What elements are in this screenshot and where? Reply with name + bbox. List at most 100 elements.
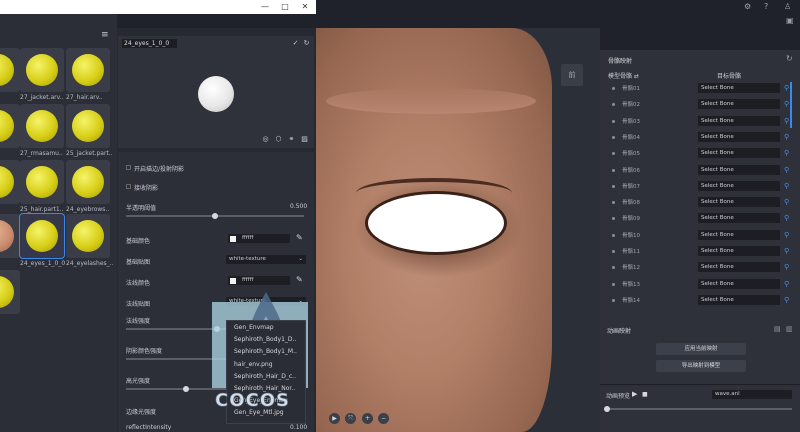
check-icon[interactable]: ✓ — [291, 39, 300, 48]
bone-select[interactable]: Select Bone — [698, 180, 780, 191]
material-name-field[interactable]: 24_eyes_1_0_0 — [122, 39, 177, 48]
link-icon[interactable]: ⚭ — [287, 135, 296, 144]
asset-thumbnail[interactable] — [0, 104, 20, 148]
bone-select[interactable]: Select Bone — [698, 278, 780, 289]
save-icon[interactable]: ▣ — [786, 16, 794, 25]
export-mapping-button[interactable]: 导出映射到模型 — [656, 360, 746, 372]
asset-thumbnail[interactable] — [0, 160, 20, 204]
view-gizmo[interactable]: 前 — [561, 64, 583, 86]
dropdown-option[interactable]: Sephiroth_Hair_D_c.. — [234, 373, 296, 380]
close-button[interactable]: ✕ — [298, 1, 312, 13]
user-icon[interactable]: ♙ — [784, 2, 791, 11]
shadow-strength-label: 阴影颜色强度 — [126, 348, 163, 355]
cube-shape-icon[interactable]: ⬡ — [274, 135, 283, 144]
pin-icon[interactable]: ⚲ — [784, 263, 789, 271]
asset-thumbnail[interactable] — [0, 48, 20, 92]
shadow-strength-slider[interactable] — [126, 358, 226, 360]
pin-icon[interactable]: ⚲ — [784, 149, 789, 157]
pin-icon[interactable]: ⚲ — [784, 117, 789, 125]
specular-strength-slider[interactable] — [126, 388, 226, 390]
zoom-in-icon[interactable]: + — [362, 413, 373, 424]
asset-thumbnail[interactable] — [0, 270, 20, 314]
pin-icon[interactable]: ⚲ — [784, 100, 789, 108]
maximize-button[interactable]: □ — [278, 1, 292, 13]
bone-select[interactable]: Select Bone — [698, 115, 780, 126]
dropdown-option[interactable]: Gen_Envmap — [234, 324, 274, 331]
scrollbar-thumb[interactable] — [790, 82, 792, 128]
bone-select[interactable]: Select Bone — [698, 131, 780, 142]
pin-icon[interactable]: ⚲ — [784, 198, 789, 206]
refresh-icon[interactable]: ↻ — [302, 39, 311, 48]
pin-icon[interactable]: ⚲ — [784, 231, 789, 239]
timeline-slider[interactable] — [606, 408, 792, 410]
base-color-field[interactable]: ffffff — [228, 234, 290, 243]
bone-select[interactable]: Select Bone — [698, 229, 780, 240]
refresh-icon[interactable]: ↻ — [786, 54, 793, 63]
alpha-threshold-value[interactable]: 0.500 — [290, 203, 307, 210]
bone-select[interactable]: Select Bone — [698, 294, 780, 305]
bone-row: 骨骼01 Select Bone ⚲ — [608, 83, 794, 94]
alpha-threshold-knob[interactable] — [212, 213, 218, 219]
receive-shadow-checkbox[interactable] — [126, 184, 131, 189]
play-icon[interactable]: ▶ — [632, 390, 637, 398]
bone-row: 骨骼12 Select Bone ⚲ — [608, 262, 794, 273]
image-icon[interactable]: ▨ — [300, 135, 309, 144]
eyedropper-icon[interactable]: ✎ — [296, 233, 303, 242]
pin-icon[interactable]: ⚲ — [784, 182, 789, 190]
normal-strength-slider[interactable] — [126, 328, 226, 330]
pin-icon[interactable]: ⚲ — [784, 247, 789, 255]
asset-thumbnail[interactable] — [66, 214, 110, 258]
bone-row: 骨骼05 Select Bone ⚲ — [608, 148, 794, 159]
dropdown-option[interactable]: Sephiroth_Body1_D.. — [234, 336, 296, 343]
asset-thumbnail[interactable] — [20, 104, 64, 148]
asset-label: 27_jacket.arv.. — [20, 94, 64, 101]
asset-thumbnail[interactable] — [20, 48, 64, 92]
pin-icon[interactable]: ⚲ — [784, 84, 789, 92]
asset-thumbnail[interactable] — [66, 160, 110, 204]
bone-select[interactable]: Select Bone — [698, 197, 780, 208]
reflect-intensity-value[interactable]: 0.100 — [290, 424, 307, 431]
stop-icon[interactable]: ■ — [642, 391, 648, 398]
animation-select[interactable]: wave.anl — [712, 390, 792, 399]
help-icon[interactable]: ? — [764, 2, 768, 11]
asset-label: 25_hair.part1.. — [20, 206, 64, 213]
document-icon[interactable]: ▤ — [774, 325, 781, 333]
bone-select[interactable]: Select Bone — [698, 262, 780, 273]
pin-icon[interactable]: ⚲ — [784, 296, 789, 304]
eyedropper-icon[interactable]: ✎ — [296, 275, 303, 284]
list-view-icon[interactable]: ≡ — [101, 30, 109, 40]
play-icon[interactable]: ▶ — [329, 413, 340, 424]
bullet-icon — [612, 168, 615, 172]
timeline-knob[interactable] — [604, 406, 610, 412]
asset-thumbnail[interactable] — [66, 48, 110, 92]
dropdown-option[interactable]: Sephiroth_Body1_M.. — [234, 348, 297, 355]
minimize-button[interactable]: — — [258, 1, 272, 13]
pin-icon[interactable]: ⚲ — [784, 166, 789, 174]
specular-strength-knob[interactable] — [183, 386, 189, 392]
bullet-icon — [612, 119, 615, 123]
normal-color-field[interactable]: ffffff — [228, 276, 290, 285]
asset-thumbnail[interactable] — [20, 160, 64, 204]
bone-select[interactable]: Select Bone — [698, 213, 780, 224]
asset-thumbnail[interactable] — [19, 213, 65, 259]
bone-select[interactable]: Select Bone — [698, 164, 780, 175]
pin-icon[interactable]: ⚲ — [784, 214, 789, 222]
zoom-out-icon[interactable]: − — [378, 413, 389, 424]
base-map-select[interactable]: white-texture ⌄ — [226, 255, 306, 264]
settings-icon[interactable]: ⚙ — [744, 2, 751, 11]
bone-select[interactable]: Select Bone — [698, 99, 780, 110]
pin-icon[interactable]: ⚲ — [784, 280, 789, 288]
asset-thumbnail[interactable] — [0, 214, 20, 258]
cast-shadow-checkbox[interactable] — [126, 165, 131, 170]
move-icon[interactable]: ⤧ — [345, 413, 356, 424]
dropdown-option[interactable]: hair_env.png — [234, 361, 273, 368]
pin-icon[interactable]: ⚲ — [784, 133, 789, 141]
export-icon[interactable]: ▥ — [786, 325, 793, 333]
bone-select[interactable]: Select Bone — [698, 83, 780, 93]
asset-thumbnail[interactable] — [66, 104, 110, 148]
apply-mapping-button[interactable]: 应用当前映射 — [656, 343, 746, 355]
bone-select[interactable]: Select Bone — [698, 148, 780, 159]
bone-select[interactable]: Select Bone — [698, 246, 780, 256]
sphere-shape-icon[interactable]: ◎ — [261, 135, 270, 144]
scene-viewport[interactable] — [316, 28, 600, 432]
